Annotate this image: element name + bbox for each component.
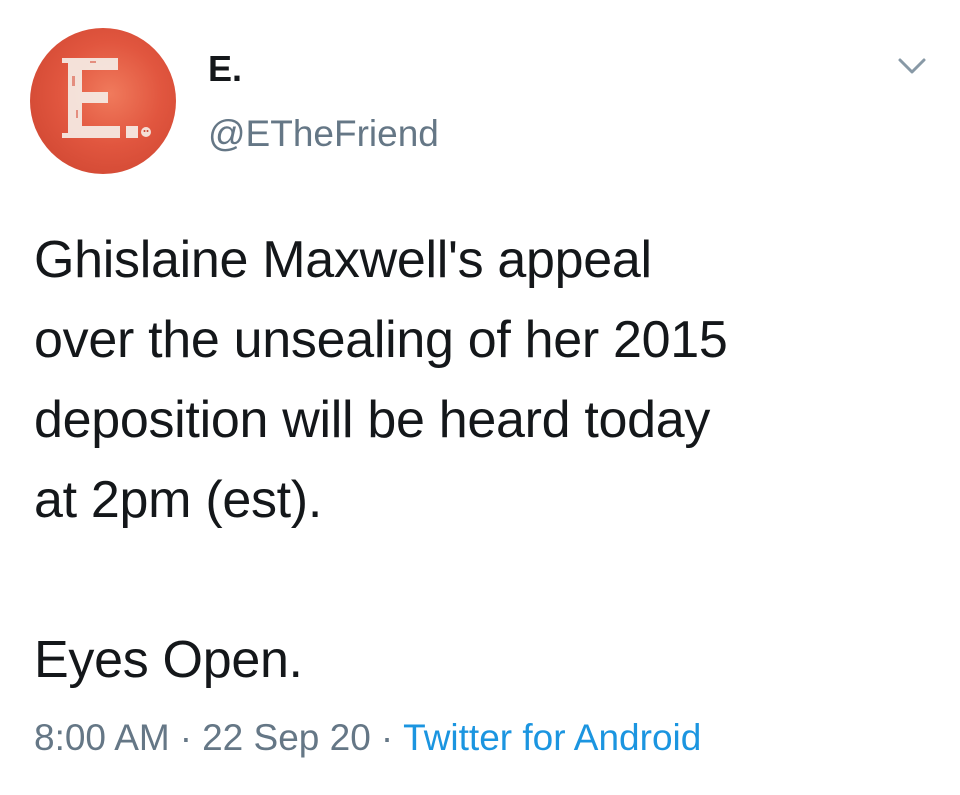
tweet-text: Ghislaine Maxwell's appeal over the unse…: [34, 231, 728, 689]
tweet-source-link[interactable]: Twitter for Android: [403, 717, 701, 758]
user-handle[interactable]: @ETheFriend: [208, 113, 439, 155]
meta-separator: ·: [380, 717, 394, 758]
tweet-time: 8:00 AM: [34, 717, 170, 758]
display-name[interactable]: E.: [208, 48, 242, 90]
tweet-metadata: 8:00 AM · 22 Sep 20 · Twitter for Android: [34, 713, 701, 763]
tweet-menu-button[interactable]: [892, 50, 932, 82]
avatar[interactable]: [30, 28, 176, 174]
avatar-logo-icon: [62, 58, 151, 138]
meta-separator: ·: [179, 717, 193, 758]
tweet-card: E. @ETheFriend Ghislaine Maxwell's appea…: [0, 0, 960, 795]
tweet-date[interactable]: 22 Sep 20: [202, 717, 371, 758]
chevron-down-icon: [898, 58, 926, 74]
